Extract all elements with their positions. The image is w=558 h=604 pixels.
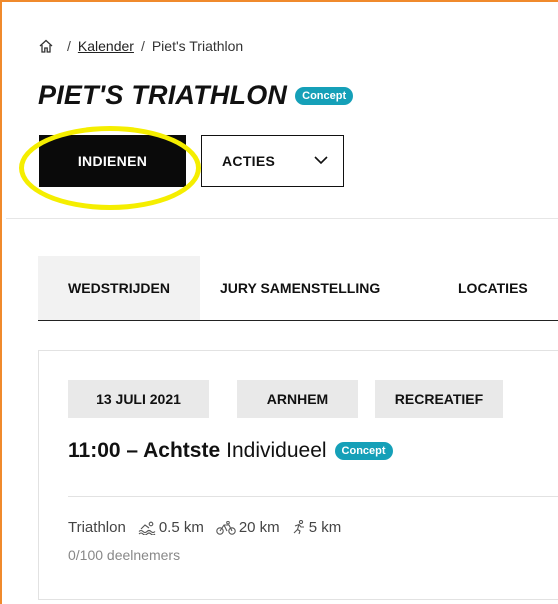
breadcrumb: / Kalender / Piet's Triathlon [38, 38, 243, 54]
page-title: PIET'S TRIATHLON [38, 80, 288, 110]
swim-icon [138, 521, 156, 535]
race-status-badge: Concept [334, 442, 393, 460]
breadcrumb-separator: / [140, 38, 145, 54]
page-header: PIET'S TRIATHLON Concept [38, 80, 354, 111]
tab-locaties[interactable]: LOCATIES [458, 256, 528, 320]
bike-distance: 20 km [238, 519, 280, 536]
race-title: 11:00 – Achtste Individueel Concept [68, 439, 393, 463]
actions-label: ACTIES [222, 153, 276, 169]
participants-count: 0/100 deelnemers [68, 547, 181, 563]
home-icon[interactable] [38, 38, 54, 54]
run-distance: 5 km [308, 519, 342, 536]
breadcrumb-current: Piet's Triathlon [151, 38, 244, 54]
tab-jury-samenstelling[interactable]: JURY SAMENSTELLING [220, 256, 380, 320]
sport-label: Triathlon [68, 519, 126, 536]
race-time: 11:00 – Achtste [68, 439, 221, 462]
race-category: Individueel [226, 439, 327, 462]
status-badge: Concept [295, 86, 354, 105]
breadcrumb-separator: / [67, 38, 71, 54]
swim-distance: 0.5 km [158, 519, 204, 536]
submit-button[interactable]: INDIENEN [39, 135, 186, 187]
run-spec: 5 km [292, 519, 342, 536]
frame-top-border [0, 0, 558, 2]
frame-left-border [0, 0, 2, 604]
bike-spec: 20 km [216, 519, 280, 536]
tab-bar: WEDSTRIJDEN JURY SAMENSTELLING LOCATIES [38, 256, 558, 321]
race-specs: Triathlon 0.5 km 20 km 5 km [68, 519, 341, 536]
actions-dropdown-button[interactable]: ACTIES [201, 135, 344, 187]
section-divider [6, 218, 558, 219]
breadcrumb-link-kalender[interactable]: Kalender [78, 38, 134, 54]
level-tag: RECREATIEF [375, 380, 503, 418]
tab-wedstrijden[interactable]: WEDSTRIJDEN [38, 256, 200, 320]
chevron-down-icon [314, 156, 328, 165]
bike-icon [216, 520, 236, 535]
run-icon [293, 520, 304, 535]
race-card[interactable]: 13 JULI 2021 ARNHEM RECREATIEF 11:00 – A… [38, 350, 558, 600]
date-tag: 13 JULI 2021 [68, 380, 209, 418]
swim-spec: 0.5 km [138, 519, 204, 536]
card-divider [68, 496, 558, 497]
location-tag: ARNHEM [237, 380, 358, 418]
